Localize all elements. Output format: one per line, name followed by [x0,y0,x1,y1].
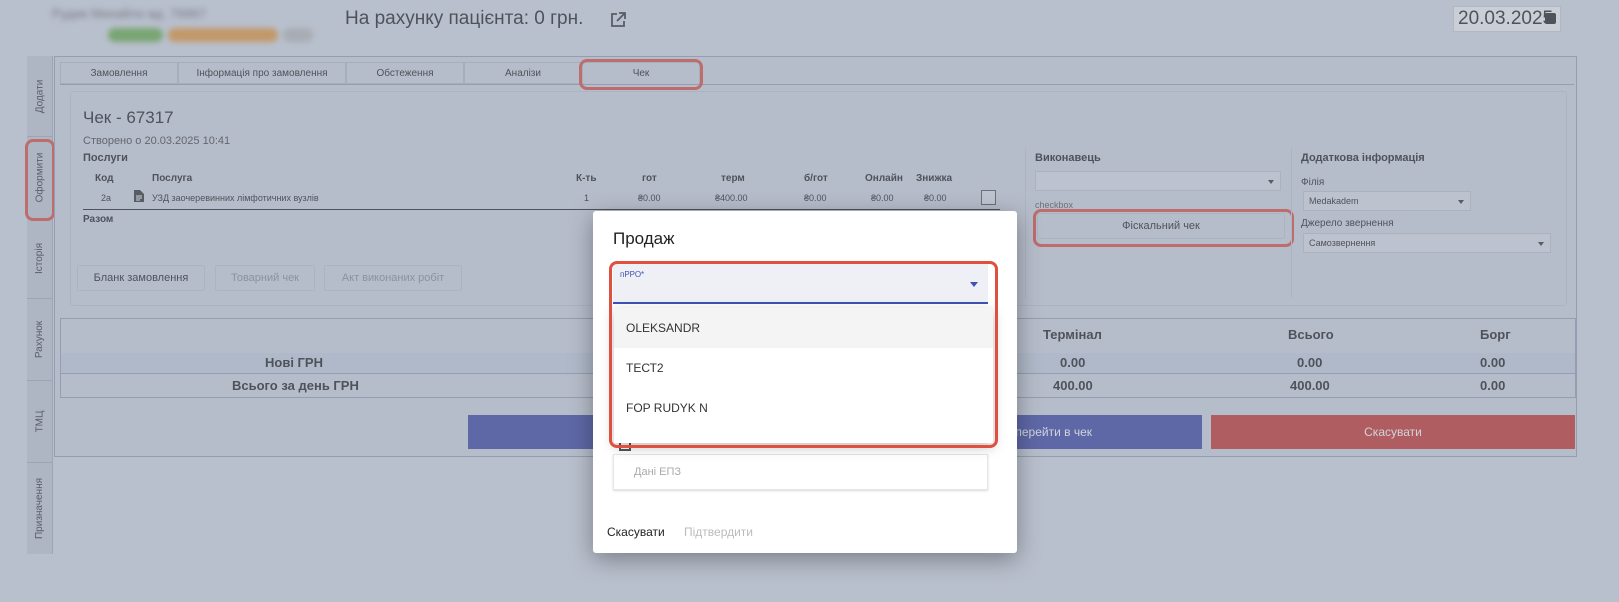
epz-input[interactable]: Дані ЕПЗ [613,454,988,490]
dialog-cancel-button[interactable]: Скасувати [607,525,665,539]
dialog-title: Продаж [613,229,675,248]
dialog-confirm-button[interactable]: Підтвердити [684,525,753,539]
highlight-prro-dropdown [609,261,998,448]
